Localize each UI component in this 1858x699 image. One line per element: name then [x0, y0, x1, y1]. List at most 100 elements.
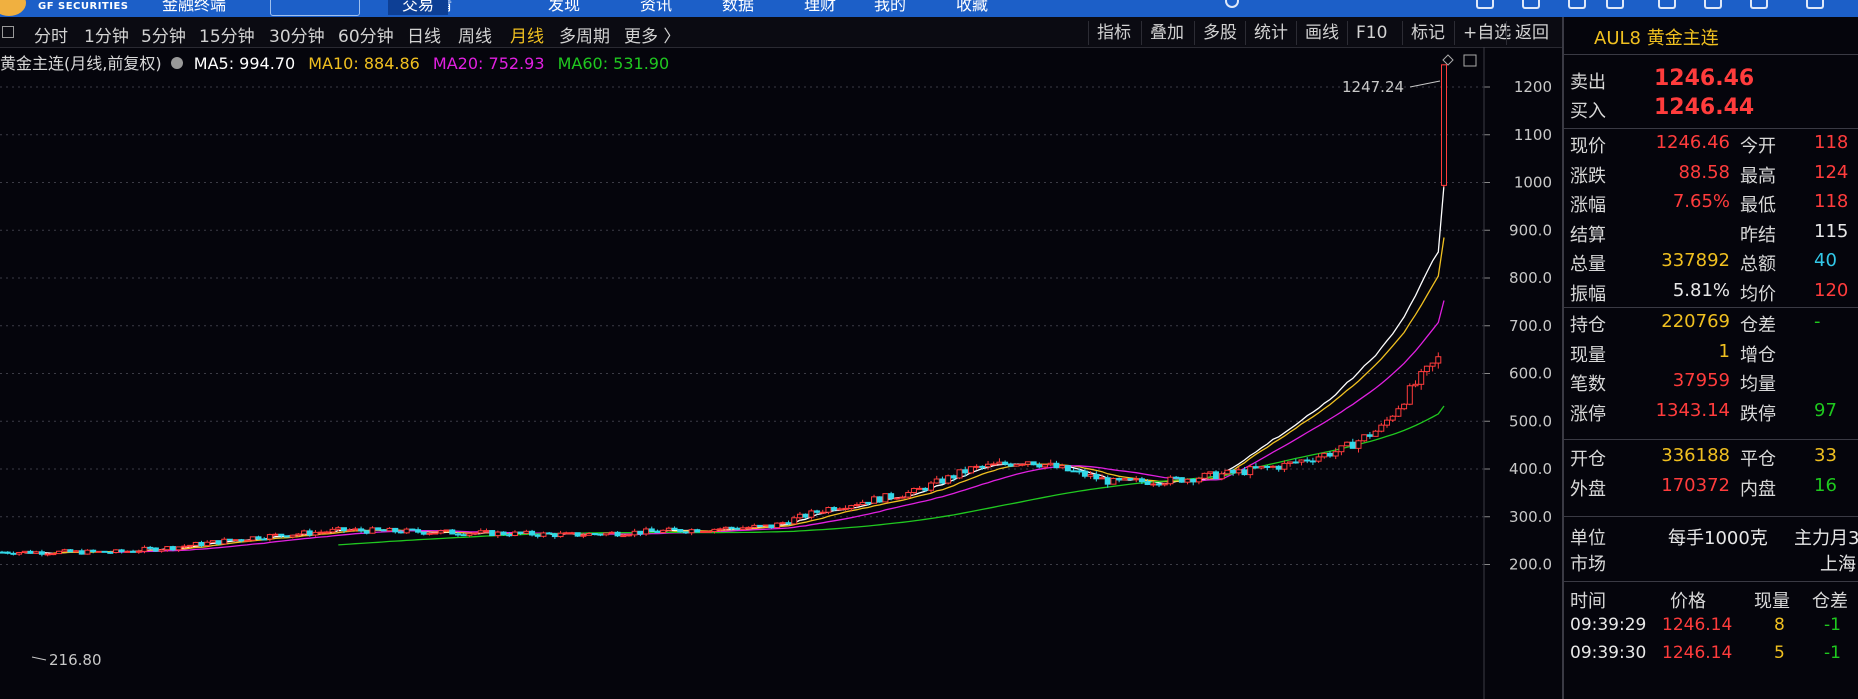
candle-body [1252, 466, 1259, 469]
candle-body [876, 496, 883, 503]
contract-type: 主力月3 [1794, 528, 1858, 549]
ma5-value: MA5: 994.70 [193, 54, 296, 73]
candle-body [996, 461, 1003, 465]
candle-body [1059, 465, 1066, 469]
candle-body [358, 528, 365, 532]
candle-body [221, 538, 228, 545]
candle-body [1099, 477, 1106, 480]
candle-body [1218, 473, 1225, 480]
tick-vol: 5 [1774, 643, 1785, 663]
candle-body [1270, 465, 1277, 468]
tool-overlay[interactable]: 叠加 [1141, 21, 1192, 45]
maximize-icon[interactable] [1750, 0, 1768, 9]
tool-f10[interactable]: F10 [1347, 21, 1395, 45]
layout-icon[interactable] [1606, 0, 1624, 9]
candle-body [1389, 415, 1396, 421]
price-tick-label: 400.0 [1509, 460, 1552, 478]
period-weekly[interactable]: 周线 [458, 22, 492, 47]
stat-value: 33 [1814, 445, 1837, 466]
candle-body [882, 493, 889, 503]
candle-body [209, 540, 216, 543]
stat-value: 97 [1814, 399, 1837, 421]
candlestick-chart[interactable]: 200.0 300.0 400.0 500.0 600.0 700.0 800.0 900.0… [0, 47, 1560, 699]
nav-data[interactable]: 数据 [722, 0, 754, 15]
candle-body [1378, 424, 1385, 432]
candle-body [1178, 477, 1185, 483]
tool-statistics[interactable]: 统计 [1245, 21, 1296, 45]
period-60min[interactable]: 60分钟 [338, 22, 394, 47]
tool-multi-stock[interactable]: 多股 [1194, 21, 1245, 45]
sell-price: 1246.46 [1654, 66, 1755, 91]
candle-body [187, 544, 194, 547]
period-1min[interactable]: 1分钟 [84, 22, 129, 47]
back-button[interactable]: 返回 [1506, 21, 1557, 45]
close-icon[interactable] [1806, 0, 1824, 9]
candle-body [517, 531, 524, 534]
period-5min[interactable]: 5分钟 [141, 22, 186, 47]
search-icon[interactable] [1225, 0, 1239, 8]
nav-wealth[interactable]: 理财 [804, 0, 836, 15]
tool-draw[interactable]: 画线 [1296, 21, 1347, 45]
candle-body [1013, 463, 1020, 467]
nav-discover[interactable]: 发现 [548, 0, 580, 15]
price-tick-label: 900.0 [1509, 221, 1552, 239]
candle-body [734, 527, 741, 530]
period-monthly[interactable]: 月线 [510, 22, 544, 47]
candle-body [266, 534, 273, 540]
candle-body [90, 549, 97, 553]
stat-label: 振幅 [1570, 283, 1606, 305]
period-multi[interactable]: 多周期 [559, 22, 610, 47]
sell-label: 卖出 [1570, 72, 1606, 93]
candle-body [717, 528, 724, 531]
more-dropdown[interactable]: 更多 〉 [624, 22, 680, 47]
diamond-icon [1442, 54, 1454, 66]
message-icon[interactable] [1476, 0, 1494, 9]
tool-mark[interactable]: 标记 [1402, 21, 1453, 45]
candle-body [1309, 460, 1316, 463]
settings-icon[interactable] [1522, 0, 1540, 9]
candle-body [796, 513, 803, 519]
candle-body [546, 532, 553, 535]
candle-body [1247, 466, 1254, 476]
tick-header-volume: 现量 [1754, 591, 1790, 612]
candle-body [215, 540, 222, 545]
stat-label: 最高 [1740, 165, 1776, 187]
nav-favorites[interactable]: 收藏 [956, 0, 988, 15]
period-30min[interactable]: 30分钟 [269, 22, 325, 47]
unit-value: 每手1000克 [1668, 528, 1768, 549]
candle-body [409, 528, 416, 531]
candle-body [181, 545, 188, 548]
stat-label: 最低 [1740, 195, 1776, 216]
settings-dot-icon[interactable] [170, 57, 183, 69]
candle-body [16, 552, 23, 555]
divider [1564, 439, 1858, 440]
ma10-line [53, 237, 1445, 554]
low-price-annotation: 216.80 [49, 651, 102, 669]
restore-icon[interactable] [1704, 0, 1722, 9]
period-daily[interactable]: 日线 [407, 22, 441, 47]
candle-body [1435, 356, 1442, 364]
minimize-icon[interactable] [1658, 0, 1676, 9]
stat-label: 涨跌 [1570, 165, 1606, 187]
period-15min[interactable]: 15分钟 [199, 22, 255, 47]
candle-body [1344, 441, 1351, 447]
nav-mine[interactable]: 我的 [874, 0, 906, 15]
candle-body [745, 526, 752, 529]
account-selector[interactable] [270, 0, 360, 16]
candle-body [1355, 440, 1362, 449]
candle-body [1349, 441, 1356, 449]
nav-news[interactable]: 资讯 [640, 0, 672, 15]
period-intraday[interactable]: 分时 [34, 22, 68, 47]
candle-body [842, 507, 849, 510]
candle-body [306, 530, 313, 536]
panel-toggle-icon[interactable] [2, 26, 14, 38]
stat-value: 220769 [1661, 311, 1730, 332]
nav-trade[interactable]: 交易 [388, 0, 449, 15]
market-label: 市场 [1570, 554, 1606, 575]
high-price-annotation: 1247.24 [1342, 78, 1404, 96]
price-tick-label: 200.0 [1509, 556, 1552, 574]
tool-indicator[interactable]: 指标 [1088, 21, 1139, 45]
candle-body [169, 546, 176, 551]
window-icon[interactable] [1568, 0, 1586, 9]
candle-body [415, 529, 422, 533]
